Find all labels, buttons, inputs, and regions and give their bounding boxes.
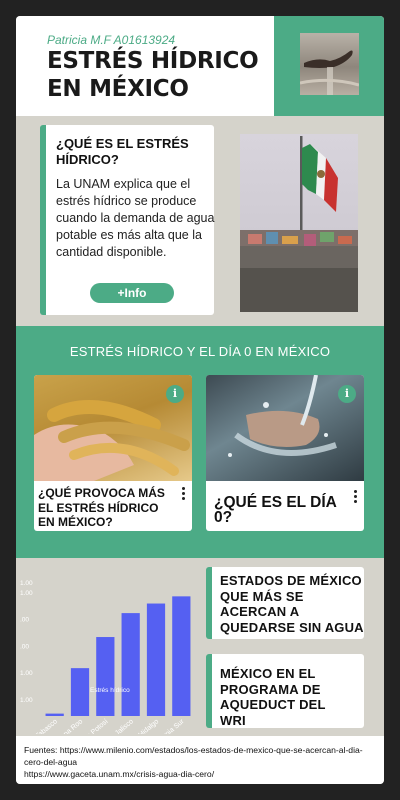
chart-bar (146, 603, 166, 716)
water-stress-causes-card[interactable]: i ¿QUÉ PROVOCA MÁS EL ESTRÉS HÍDRICO EN … (34, 375, 192, 531)
more-options-icon[interactable] (180, 487, 186, 501)
info-icon[interactable]: i (166, 385, 184, 403)
chart-bar (45, 713, 64, 716)
chart-bar (121, 613, 140, 716)
water-stress-chart: 1.00 1.00 .00 .00 1.00 1.00 Estrés hídrico Taba… (16, 564, 201, 755)
source-link-milenio[interactable]: Fuentes: https://www.milenio.com/estados… (24, 744, 376, 768)
hand-water-photo (300, 33, 359, 95)
legend-label: Estrés hídrico (90, 687, 130, 694)
day-zero-section: ESTRÉS HÍDRICO Y EL DÍA 0 EN MÉXICO i ¿Q… (16, 326, 384, 558)
bar-chart: 1.00 1.00 .00 .00 1.00 1.00 Estrés hídrico Taba… (20, 580, 191, 755)
author-line: Patricia M.F A01613924 (47, 33, 176, 47)
header: Patricia M.F A01613924 ESTRÉS HÍDRICO EN… (16, 16, 384, 116)
what-is-water-stress-card: ¿QUÉ ES EL ESTRÉS HÍDRICO? La UNAM expli… (40, 125, 214, 315)
more-options-icon[interactable] (352, 490, 358, 504)
sources-footer: Fuentes: https://www.milenio.com/estados… (16, 736, 384, 784)
box-text: MÉXICO EN EL PROGRAMA DE AQUEDUCT DEL WR… (220, 666, 326, 728)
y-tick-label: 1.00 (20, 580, 33, 587)
mexico-flag-icon (240, 136, 358, 312)
infographic-page: Patricia M.F A01613924 ESTRÉS HÍDRICO EN… (16, 16, 384, 784)
y-tick-label: .00 (20, 617, 29, 624)
question-title: ¿QUÉ ES EL ESTRÉS HÍDRICO? (56, 136, 189, 167)
mexico-flag-photo (240, 134, 358, 312)
chart-bar (96, 637, 115, 716)
wheat-photo: i (34, 375, 192, 481)
legend-swatch (83, 687, 88, 692)
chart-bar (172, 596, 191, 716)
page-title: ESTRÉS HÍDRICO EN MÉXICO (47, 48, 259, 102)
card-caption: ¿QUÉ ES EL DÍA 0? (214, 494, 337, 526)
more-info-button[interactable]: +Info (90, 283, 174, 303)
y-tick-label: 1.00 (20, 697, 33, 704)
y-tick-label: .00 (20, 643, 29, 650)
info-icon[interactable]: i (338, 385, 356, 403)
water-hands-photo: i (206, 375, 364, 481)
y-tick-label: 1.00 (20, 590, 33, 597)
x-tick-label: Hidalgo (138, 718, 161, 734)
states-running-out-box[interactable]: ESTADOS DE MÉXICO QUE MÁS SE ACERCAN A Q… (206, 567, 364, 639)
day-zero-card[interactable]: i ¿QUÉ ES EL DÍA 0? (206, 375, 364, 531)
x-tick-label: Tabasco (34, 718, 59, 734)
question-body: La UNAM explica que el estrés hídrico se… (56, 177, 215, 259)
section-title: ESTRÉS HÍDRICO Y EL DÍA 0 EN MÉXICO (69, 344, 331, 359)
aqueduct-program-box[interactable]: MÉXICO EN EL PROGRAMA DE AQUEDUCT DEL WR… (206, 654, 364, 728)
card-caption: ¿QUÉ PROVOCA MÁS EL ESTRÉS HÍDRICO EN MÉ… (38, 486, 165, 529)
box-text: ESTADOS DE MÉXICO QUE MÁS SE ACERCAN A Q… (220, 573, 364, 635)
source-link-gaceta[interactable]: https://www.gaceta.unam.mx/crisis-agua-d… (24, 768, 376, 780)
y-tick-label: 1.00 (20, 670, 33, 677)
hand-water-icon (300, 50, 359, 95)
x-tick-label: Jalisco (114, 718, 135, 734)
chart-bar (70, 668, 90, 716)
